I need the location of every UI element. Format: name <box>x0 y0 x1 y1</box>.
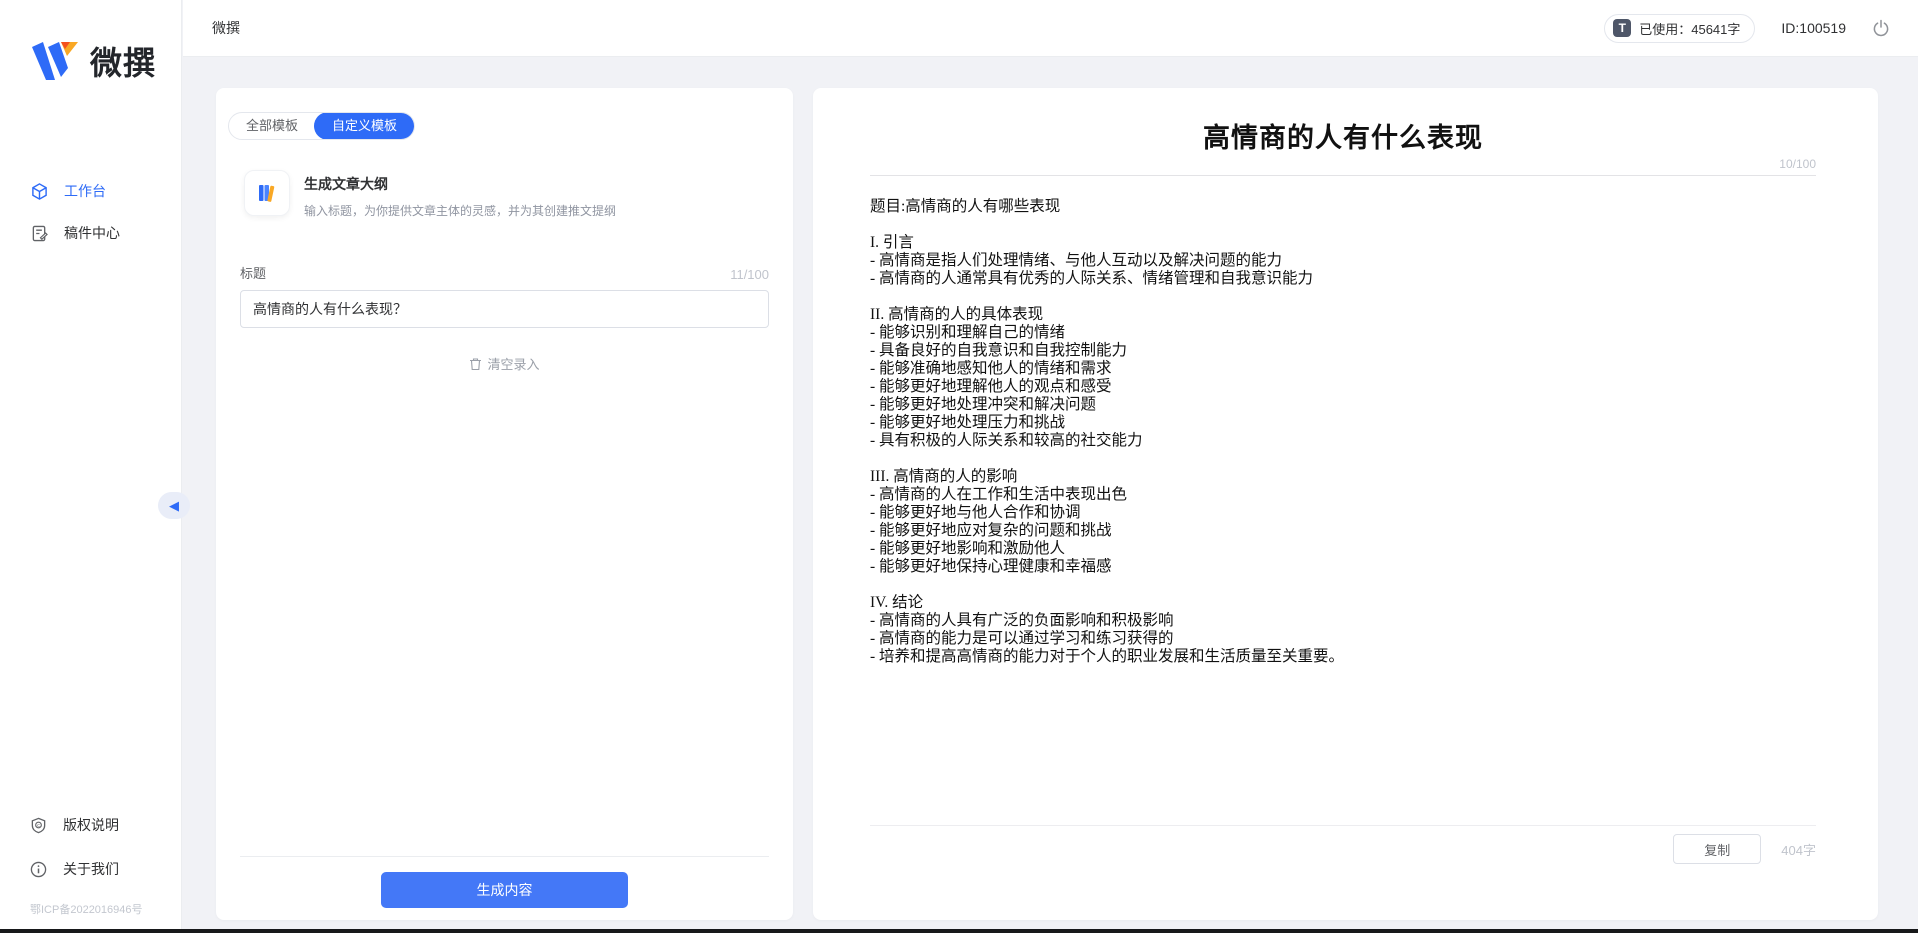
title-field-label: 标题 <box>240 263 266 282</box>
taskbar-edge <box>0 929 1918 933</box>
logout-button[interactable] <box>1872 19 1890 37</box>
generate-content-button[interactable]: 生成内容 <box>381 872 628 908</box>
copy-button[interactable]: 复制 <box>1673 834 1761 864</box>
sidebar-item-label: 版权说明 <box>63 815 119 835</box>
template-title: 生成文章大纲 <box>304 174 616 194</box>
title-char-counter: 11/100 <box>730 267 769 282</box>
template-description: 输入标题，为你提供文章主体的灵感，并为其创建推文提纲 <box>304 202 616 219</box>
logo-w-icon <box>32 40 78 82</box>
doc-footer: 复制 404字 <box>870 825 1816 864</box>
result-panel: 高情商的人有什么表现 10/100 题目:高情商的人有哪些表现 I. 引言 - … <box>813 88 1878 920</box>
main-content: 全部模板 自定义模板 生成文章大纲 输入标题，为你提供文章主体的灵感，并为其创建… <box>183 57 1918 929</box>
logo-text: 微撰 <box>90 38 156 84</box>
divider <box>870 175 1816 176</box>
sidebar-item-label: 稿件中心 <box>64 223 120 243</box>
topbar: 微撰 T 已使用：45641字 ID:100519 <box>183 0 1918 57</box>
info-icon <box>30 861 47 878</box>
svg-text:c: c <box>37 823 40 829</box>
article-title-counter: 10/100 <box>870 157 1816 171</box>
doc-header: 高情商的人有什么表现 10/100 <box>813 88 1878 171</box>
chevron-left-icon: ◀ <box>169 499 179 512</box>
power-icon <box>1872 19 1890 37</box>
usage-badge: T 已使用：45641字 <box>1604 14 1755 43</box>
sidebar-item-copyright[interactable]: c 版权说明 <box>0 803 181 847</box>
clear-input-label: 清空录入 <box>487 354 539 373</box>
sidebar-item-label: 工作台 <box>64 181 106 201</box>
icp-number: 鄂ICP备2022016946号 <box>0 891 181 921</box>
sidebar-collapse-button[interactable]: ◀ <box>158 492 190 519</box>
trash-icon <box>469 357 482 371</box>
tab-all-templates[interactable]: 全部模板 <box>229 113 315 139</box>
page-title: 微撰 <box>212 18 240 38</box>
usage-label: 已使用：45641字 <box>1639 19 1740 38</box>
word-count: 404字 <box>1781 840 1816 859</box>
generate-area: 生成内容 <box>240 856 769 908</box>
template-tabs: 全部模板 自定义模板 <box>228 112 415 140</box>
clear-input-button[interactable]: 清空录入 <box>216 354 793 373</box>
user-id: ID:100519 <box>1781 20 1846 36</box>
sidebar-footer: c 版权说明 关于我们 鄂ICP备2022016946号 <box>0 803 181 921</box>
title-input[interactable] <box>240 290 769 328</box>
text-count-icon: T <box>1613 19 1631 37</box>
copyright-shield-icon: c <box>30 817 47 834</box>
sidebar-item-drafts[interactable]: 稿件中心 <box>0 212 181 254</box>
logo[interactable]: 微撰 <box>0 0 181 84</box>
article-title: 高情商的人有什么表现 <box>870 116 1816 155</box>
sidebar-item-workbench[interactable]: 工作台 <box>0 170 181 212</box>
document-icon <box>31 225 48 242</box>
tab-custom-templates[interactable]: 自定义模板 <box>314 112 415 140</box>
template-item[interactable]: 生成文章大纲 输入标题，为你提供文章主体的灵感，并为其创建推文提纲 <box>244 170 793 219</box>
template-texts: 生成文章大纲 输入标题，为你提供文章主体的灵感，并为其创建推文提纲 <box>304 170 616 219</box>
sidebar-item-about[interactable]: 关于我们 <box>0 847 181 891</box>
workbench-icon <box>31 183 48 200</box>
sidebar-nav: 工作台 稿件中心 <box>0 170 181 254</box>
app-root: 微撰 工作台 稿件中心 <box>0 0 1918 933</box>
sidebar-item-label: 关于我们 <box>63 859 119 879</box>
generator-panel: 全部模板 自定义模板 生成文章大纲 输入标题，为你提供文章主体的灵感，并为其创建… <box>216 88 793 920</box>
title-field-header: 标题 11/100 <box>240 263 769 282</box>
books-icon <box>244 170 290 216</box>
divider <box>240 856 769 857</box>
topbar-right: T 已使用：45641字 ID:100519 <box>1604 14 1890 43</box>
sidebar: 微撰 工作台 稿件中心 <box>0 0 182 929</box>
article-body: 题目:高情商的人有哪些表现 I. 引言 - 高情商是指人们处理情绪、与他人互动以… <box>870 198 1816 666</box>
